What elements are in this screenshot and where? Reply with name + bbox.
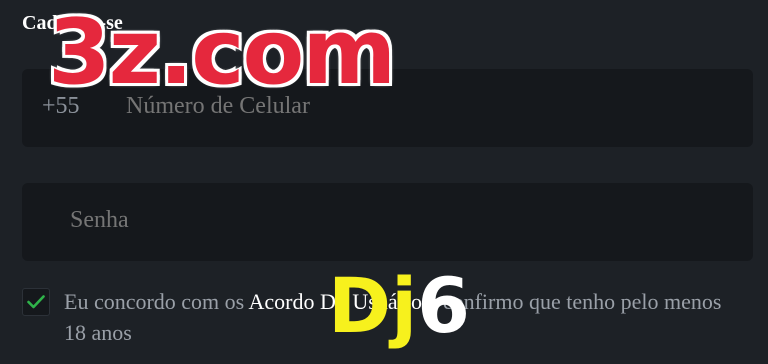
code-watermark-part1: Dj <box>328 261 418 350</box>
check-icon <box>27 295 45 309</box>
brand-watermark: 3z.com <box>48 0 396 105</box>
code-watermark: Dj6 <box>328 268 470 344</box>
password-field[interactable] <box>22 183 753 261</box>
agreement-checkbox[interactable] <box>22 288 50 316</box>
code-watermark-part2: 6 <box>417 261 471 350</box>
agreement-text-before: Eu concordo com os <box>64 289 249 314</box>
password-input[interactable] <box>70 207 730 234</box>
